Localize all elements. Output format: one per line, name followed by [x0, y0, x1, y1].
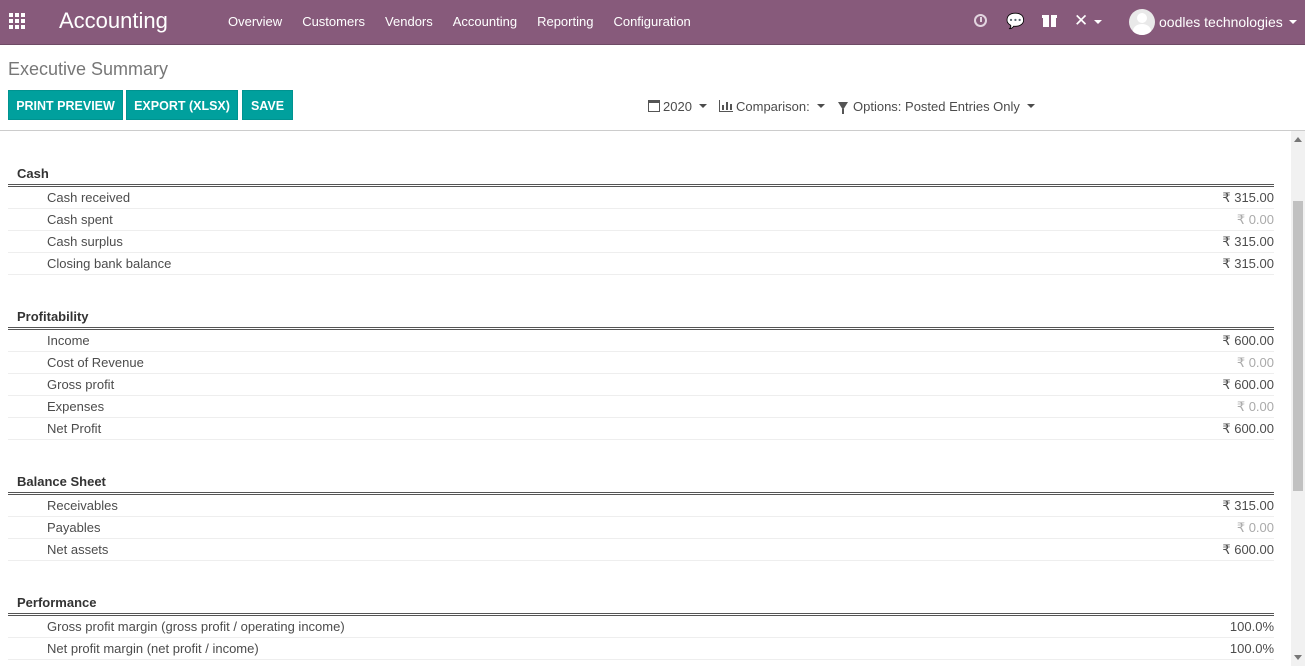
section-title: Profitability — [17, 309, 89, 324]
row-value: ₹ 600.00 — [1222, 333, 1274, 348]
row-value: ₹ 600.00 — [1222, 377, 1274, 392]
top-navbar: Accounting Overview Customers Vendors Ac… — [0, 0, 1305, 45]
report-row[interactable]: Net Profit ₹ 600.00 — [8, 418, 1274, 440]
chevron-down-icon — [1026, 104, 1035, 108]
options-filter-label: Options: Posted Entries Only — [853, 98, 1020, 114]
report-row[interactable]: Payables ₹ 0.00 — [8, 517, 1274, 539]
user-name: oodles technologies — [1159, 14, 1283, 30]
row-label: Receivables — [47, 498, 118, 513]
row-value: ₹ 600.00 — [1222, 542, 1274, 557]
menu-item-configuration[interactable]: Configuration — [603, 0, 700, 45]
row-label: Cash received — [47, 190, 131, 205]
row-label: Income — [47, 333, 90, 348]
chevron-down-icon — [698, 104, 707, 108]
avatar — [1129, 9, 1155, 35]
row-label: Net Profit — [47, 421, 102, 436]
filter-icon — [838, 102, 848, 114]
section-title: Performance — [17, 595, 97, 610]
menu-item-customers[interactable]: Customers — [292, 0, 375, 45]
row-value: ₹ 315.00 — [1222, 234, 1274, 249]
bar-chart-icon — [719, 100, 733, 112]
report-row[interactable]: Expenses ₹ 0.00 — [8, 396, 1274, 418]
executive-summary-report: Cash Cash received ₹ 315.00 Cash spent ₹… — [0, 131, 1291, 666]
report-row[interactable]: Net profit margin (net profit / income) … — [8, 638, 1274, 660]
apps-grid-icon[interactable] — [9, 13, 26, 30]
row-value: ₹ 0.00 — [1236, 399, 1274, 414]
report-row[interactable]: Cash spent ₹ 0.00 — [8, 209, 1274, 231]
row-label: Cash spent — [47, 212, 113, 227]
row-label: Closing bank balance — [47, 256, 172, 271]
user-menu[interactable]: oodles technologies — [1129, 8, 1297, 36]
comparison-filter-label: Comparison: — [736, 98, 810, 114]
row-value: 100.0% — [1229, 619, 1274, 634]
row-label: Net assets — [47, 542, 109, 557]
clock-icon[interactable] — [972, 12, 990, 30]
comparison-filter[interactable]: Comparison: — [719, 97, 825, 115]
row-value: 100.0% — [1229, 641, 1274, 656]
row-value: ₹ 315.00 — [1222, 190, 1274, 205]
report-row[interactable]: Cash received ₹ 315.00 — [8, 187, 1274, 209]
report-row[interactable]: Gross profit ₹ 600.00 — [8, 374, 1274, 396]
export-xlsx-button[interactable]: EXPORT (XLSX) — [126, 90, 238, 120]
chevron-down-icon — [816, 104, 825, 108]
date-filter[interactable]: 2020 — [648, 97, 707, 115]
row-label: Gross profit margin (gross profit / oper… — [47, 619, 345, 634]
report-row[interactable]: Cost of Revenue ₹ 0.00 — [8, 352, 1274, 374]
row-label: Cost of Revenue — [47, 355, 144, 370]
section-title: Balance Sheet — [17, 474, 106, 489]
chevron-down-icon — [1288, 20, 1297, 24]
main-menu: Overview Customers Vendors Accounting Re… — [218, 0, 701, 45]
row-value: ₹ 0.00 — [1236, 520, 1274, 535]
control-panel: Executive Summary PRINT PREVIEW EXPORT (… — [0, 45, 1305, 131]
report-row[interactable]: Gross profit margin (gross profit / oper… — [8, 616, 1274, 638]
options-filter[interactable]: Options: Posted Entries Only — [838, 97, 1035, 115]
row-label: Gross profit — [47, 377, 115, 392]
save-button[interactable]: SAVE — [242, 90, 293, 120]
row-label: Expenses — [47, 399, 105, 414]
scroll-down-arrow-icon[interactable] — [1294, 655, 1302, 660]
section-title: Cash — [17, 166, 49, 181]
vertical-scrollbar[interactable] — [1291, 131, 1305, 666]
tools-icon[interactable]: ✕ — [1074, 12, 1106, 30]
gift-icon[interactable] — [1041, 12, 1059, 30]
row-label: Cash surplus — [47, 234, 123, 249]
row-label: Net profit margin (net profit / income) — [47, 641, 259, 656]
scrollbar-thumb[interactable] — [1293, 201, 1303, 491]
menu-item-vendors[interactable]: Vendors — [375, 0, 443, 45]
row-value: ₹ 315.00 — [1222, 498, 1274, 513]
scroll-up-arrow-icon[interactable] — [1294, 137, 1302, 142]
row-value: ₹ 600.00 — [1222, 421, 1274, 436]
report-row[interactable]: Income ₹ 600.00 — [8, 330, 1274, 352]
row-label: Payables — [47, 520, 101, 535]
app-title: Accounting — [59, 8, 168, 33]
breadcrumb: Executive Summary — [8, 59, 169, 79]
report-row[interactable]: Net assets ₹ 600.00 — [8, 539, 1274, 561]
row-value: ₹ 315.00 — [1222, 256, 1274, 271]
report-row[interactable]: Closing bank balance ₹ 315.00 — [8, 253, 1274, 275]
menu-item-overview[interactable]: Overview — [218, 0, 292, 45]
menu-item-reporting[interactable]: Reporting — [527, 0, 603, 45]
report-row[interactable]: Cash surplus ₹ 315.00 — [8, 231, 1274, 253]
print-preview-button[interactable]: PRINT PREVIEW — [8, 90, 123, 120]
calendar-icon — [648, 100, 660, 112]
row-value: ₹ 0.00 — [1236, 212, 1274, 227]
menu-item-accounting[interactable]: Accounting — [443, 0, 527, 45]
chat-icon[interactable]: 💬 — [1006, 12, 1025, 30]
date-filter-label: 2020 — [663, 98, 692, 114]
report-row[interactable]: Receivables ₹ 315.00 — [8, 495, 1274, 517]
row-value: ₹ 0.00 — [1236, 355, 1274, 370]
